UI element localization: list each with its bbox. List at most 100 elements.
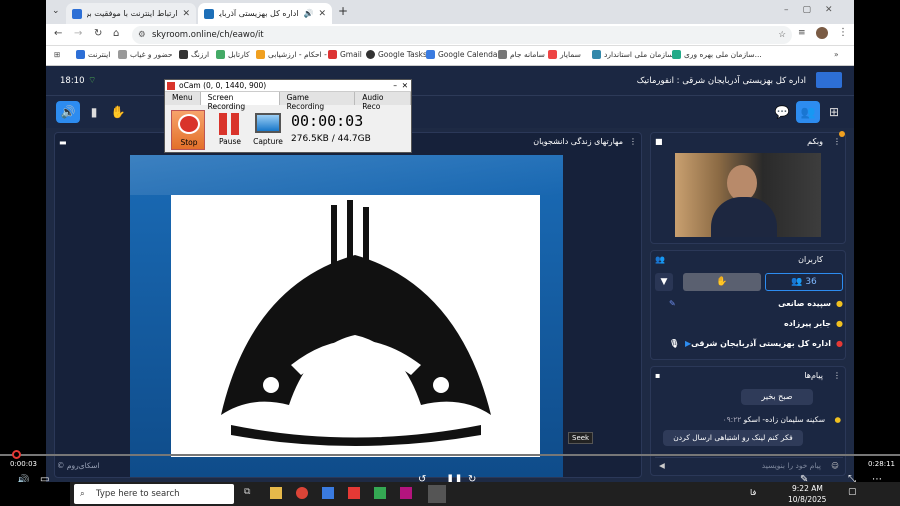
stop-label: Stop: [180, 138, 198, 147]
minimize-icon[interactable]: –: [393, 80, 397, 92]
bookmark[interactable]: ارزنگ: [179, 50, 209, 59]
user-row[interactable]: سپیده صانعی ● ✎: [659, 299, 843, 313]
tab-game-recording[interactable]: Game Recording: [280, 92, 356, 111]
task-view-icon[interactable]: ⧉: [244, 487, 250, 497]
taskbar-search[interactable]: ⌕ Type here to search: [74, 484, 234, 504]
bookmark-icon: [498, 50, 507, 59]
bookmark[interactable]: کارتابل: [216, 50, 250, 59]
user-row[interactable]: اداره کل بهزیستی آذربایجان شرقی ● 🎙 ▶: [659, 339, 843, 353]
users-icon: 👥: [655, 255, 665, 264]
apps-grid-icon[interactable]: ⊞: [822, 101, 846, 123]
users-icon[interactable]: 👥: [796, 101, 820, 123]
app-icon[interactable]: [400, 487, 412, 499]
profile-avatar[interactable]: [816, 27, 828, 39]
user-row[interactable]: جابر پیرزاده ●: [659, 319, 843, 333]
wave-decoration: [130, 155, 563, 195]
bookmark[interactable]: حضور و غیاب: [118, 50, 173, 59]
app-icon[interactable]: [322, 487, 334, 499]
send-icon[interactable]: ◀: [659, 458, 665, 474]
webcam-panel: ■ وبکم ⋮: [650, 131, 846, 244]
site-info-icon[interactable]: ⚙: [138, 26, 146, 44]
pause-icon: [231, 113, 239, 135]
bookmark[interactable]: سازمان ملی بهره وری...: [672, 50, 762, 59]
bookmark[interactable]: سامانه جام: [498, 50, 545, 59]
app-icon[interactable]: [348, 487, 360, 499]
extensions-icon[interactable]: ≡: [798, 28, 806, 38]
bookmark-icon: [256, 50, 265, 59]
more-bookmarks-icon[interactable]: »: [834, 50, 839, 59]
tab-search-icon[interactable]: ⌄: [52, 6, 60, 16]
tab-skyroom[interactable]: ✕ 🔊 اداره کل بهزیستی آذربایجان ش: [198, 3, 332, 24]
bookmark[interactable]: احکام - ارزشیابی -: [256, 50, 327, 59]
bookmark[interactable]: Gmail: [328, 50, 362, 59]
back-icon[interactable]: ←: [54, 28, 62, 39]
filter-icon[interactable]: ▼: [655, 273, 673, 291]
emoji-icon[interactable]: ☺: [831, 458, 839, 474]
bookmark-icon: [216, 50, 225, 59]
close-icon[interactable]: ✕: [402, 80, 408, 92]
bookmarks-bar: ⊞ اینترنت حضور و غیاب ارزنگ کارتابل احکا…: [46, 46, 854, 66]
language-indicator[interactable]: فا: [750, 488, 756, 497]
user-name: سپیده صانعی: [778, 299, 831, 308]
clock-time: 9:22 AM: [792, 484, 823, 493]
bookmark[interactable]: اینترنت: [76, 50, 110, 59]
stop-button[interactable]: Stop: [171, 110, 205, 150]
more-icon[interactable]: ⋮: [833, 367, 841, 385]
pause-button[interactable]: Pause: [213, 110, 247, 150]
message-input[interactable]: پیام خود را بنویسید ☺ ◀: [655, 457, 843, 473]
forward-icon[interactable]: →: [74, 28, 82, 39]
tab-internet[interactable]: ✕ ارتباط اینترنت با موفقیت برقرار شد: [66, 3, 196, 24]
user-count-tab[interactable]: 👥 36: [765, 273, 843, 291]
video-icon[interactable]: ▶: [685, 339, 691, 348]
org-title: اداره کل بهزیستی آذربایجان شرقی : انفورم…: [636, 76, 806, 86]
pin-icon[interactable]: ✎: [669, 299, 676, 308]
address-bar[interactable]: ⚙ skyroom.online/ch/eawo/it ☆: [132, 26, 792, 44]
mic-icon[interactable]: 🎙: [669, 339, 679, 348]
bookmark[interactable]: سمایار: [548, 50, 581, 59]
ocam-taskbar-icon[interactable]: [428, 485, 446, 503]
monitor-icon: [255, 113, 281, 133]
stop-icon: [178, 114, 200, 134]
speaker-icon[interactable]: 🔊: [56, 101, 80, 123]
file-explorer-icon[interactable]: [270, 487, 282, 499]
messages-panel: ▪ پیام‌ها ⋮ صبح بخیر ۰۹:۲۲ سکینه سلیمان …: [650, 366, 846, 476]
more-icon[interactable]: ⋮: [629, 133, 637, 151]
browser-window: ⌄ ✕ ارتباط اینترنت با موفقیت برقرار شد ✕…: [46, 0, 854, 506]
raised-hands-tab[interactable]: ✋: [683, 273, 761, 291]
captions-icon[interactable]: ▭: [40, 474, 49, 485]
drive-icon[interactable]: [374, 487, 386, 499]
bookmark-icon: [592, 50, 601, 59]
bookmark[interactable]: سازمان ملی استاندارد: [592, 50, 674, 59]
close-icon[interactable]: ✕: [318, 9, 326, 19]
notification-icon[interactable]: ▢: [848, 487, 857, 497]
user-icon: ●: [836, 299, 843, 308]
star-icon[interactable]: ☆: [778, 26, 786, 44]
chat-icon: ▪: [655, 371, 661, 380]
person-body: [711, 197, 777, 237]
seek-handle[interactable]: [12, 450, 21, 459]
close-icon[interactable]: ✕: [182, 9, 190, 19]
chrome-icon[interactable]: [296, 487, 308, 499]
camera-icon: ■: [655, 137, 663, 146]
chat-icon[interactable]: 💬: [770, 101, 794, 123]
new-tab-icon[interactable]: +: [338, 4, 348, 18]
home-icon[interactable]: ⌂: [113, 28, 119, 39]
message-time: ۰۹:۲۲: [722, 415, 742, 424]
bookmark[interactable]: Google Calendar: [426, 50, 501, 59]
panel-header: 👥 کاربران: [651, 251, 845, 269]
bookmark[interactable]: Google Tasks: [366, 50, 427, 59]
tab-strip: ⌄ ✕ ارتباط اینترنت با موفقیت برقرار شد ✕…: [46, 0, 854, 24]
reload-icon[interactable]: ↻: [94, 28, 102, 39]
tab-menu[interactable]: Menu: [165, 92, 201, 105]
tab-screen-recording[interactable]: Screen Recording: [200, 92, 280, 111]
window-controls[interactable]: –▢✕: [784, 5, 847, 15]
tab-audio-recording[interactable]: Audio Reco: [355, 92, 411, 111]
files-icon[interactable]: ▮: [82, 101, 106, 123]
raise-hand-icon[interactable]: ✋: [106, 101, 130, 123]
menu-icon[interactable]: ⋮: [838, 27, 848, 38]
capture-button[interactable]: Capture: [251, 110, 285, 150]
bookmark-icon: [548, 50, 557, 59]
seek-bar[interactable]: [0, 454, 900, 456]
apps-icon[interactable]: ⊞: [54, 50, 60, 59]
panel-title: کاربران: [798, 255, 823, 264]
